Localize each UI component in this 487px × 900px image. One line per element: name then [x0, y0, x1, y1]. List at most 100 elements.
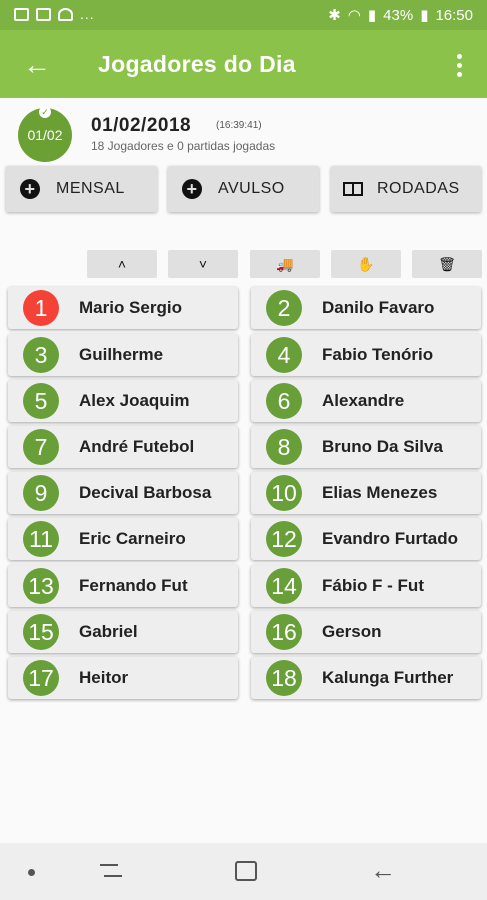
player-name: Fábio F - Fut: [322, 576, 424, 595]
player-name: Decival Barbosa: [79, 483, 212, 502]
delete-button[interactable]: 🗑: [412, 250, 482, 278]
bluetooth-icon: ✱: [328, 7, 341, 24]
mensal-label: MENSAL: [56, 180, 125, 197]
battery-icon: ▮: [420, 7, 429, 24]
player-card[interactable]: 1 Mario Sergio: [8, 287, 238, 329]
player-name: Alex Joaquim: [79, 391, 190, 410]
player-number: 6: [266, 383, 302, 419]
player-number: 13: [23, 568, 59, 604]
player-number: 7: [23, 429, 59, 465]
player-card[interactable]: 15 Gabriel: [8, 611, 238, 653]
player-name: Mario Sergio: [79, 298, 182, 317]
player-card[interactable]: 14 Fábio F - Fut: [251, 565, 481, 607]
player-number: 17: [23, 660, 59, 696]
player-name: Bruno Da Silva: [322, 437, 443, 456]
player-card[interactable]: 8 Bruno Da Silva: [251, 426, 481, 468]
player-number: 1: [23, 290, 59, 326]
player-number: 5: [23, 383, 59, 419]
game-time: (16:39:41): [216, 120, 262, 131]
player-name: Gerson: [322, 622, 382, 641]
nav-dot-icon[interactable]: [28, 869, 35, 876]
game-summary: 18 Jogadores e 0 partidas jogadas: [91, 139, 276, 153]
scoreboard-icon: [343, 182, 363, 196]
player-number: 12: [266, 521, 302, 557]
app-bar: ← Jogadores do Dia: [0, 30, 487, 98]
player-card[interactable]: 10 Elias Menezes: [251, 472, 481, 514]
player-name: Heitor: [79, 668, 129, 687]
player-name: Kalunga Further: [322, 668, 454, 687]
avulso-button[interactable]: + AVULSO: [168, 166, 319, 212]
battery-level: 43%: [383, 6, 414, 24]
player-number: 16: [266, 614, 302, 650]
gallery-notification-icon: [14, 7, 29, 21]
overflow-menu-icon[interactable]: [447, 50, 471, 80]
avulso-label: AVULSO: [218, 180, 285, 197]
player-name: Fernando Fut: [79, 576, 188, 595]
player-number: 2: [266, 290, 302, 326]
player-card[interactable]: 18 Kalunga Further: [251, 657, 481, 699]
chevron-down-icon: ˅: [198, 256, 208, 272]
player-card[interactable]: 7 André Futebol: [8, 426, 238, 468]
chevron-up-icon: ˄: [117, 256, 127, 272]
wifi-icon: ◠: [347, 7, 361, 24]
player-card[interactable]: 6 Alexandre: [251, 380, 481, 422]
page-title: Jogadores do Dia: [98, 51, 296, 77]
check-icon: ✓: [39, 106, 51, 118]
date-badge-label: 01/02: [27, 127, 63, 143]
player-number: 3: [23, 337, 59, 373]
system-nav-bar: ←: [0, 843, 487, 900]
message-notification-icon: [36, 7, 51, 21]
player-card[interactable]: 3 Guilherme: [8, 334, 238, 376]
plus-circle-icon: +: [20, 179, 40, 199]
recents-icon[interactable]: [100, 862, 122, 880]
game-date: 01/02/2018: [91, 115, 192, 136]
player-name: Elias Menezes: [322, 483, 438, 502]
transfer-button[interactable]: 🚚: [250, 250, 320, 278]
player-card[interactable]: 9 Decival Barbosa: [8, 472, 238, 514]
day-header: ✓ 01/02 01/02/2018 (16:39:41) 18 Jogador…: [0, 98, 487, 162]
status-bar: ... ✱ ◠ ▮ 43% ▮ 16:50: [0, 0, 487, 30]
player-name: Fabio Tenório: [322, 345, 434, 364]
player-card[interactable]: 11 Eric Carneiro: [8, 518, 238, 560]
date-badge: ✓ 01/02: [18, 106, 72, 162]
clock: 16:50: [435, 6, 473, 24]
player-name: Eric Carneiro: [79, 529, 186, 548]
player-card[interactable]: 13 Fernando Fut: [8, 565, 238, 607]
rodadas-label: RODADAS: [377, 180, 460, 197]
player-name: Guilherme: [79, 345, 164, 364]
signal-icon: ▮: [367, 7, 377, 24]
player-number: 9: [23, 475, 59, 511]
player-card[interactable]: 4 Fabio Tenório: [251, 334, 481, 376]
player-number: 15: [23, 614, 59, 650]
back-arrow-icon[interactable]: ←: [22, 50, 52, 80]
player-card[interactable]: 12 Evandro Furtado: [251, 518, 481, 560]
rodadas-button[interactable]: RODADAS: [331, 166, 481, 212]
hand-icon: ✋: [357, 255, 375, 272]
player-name: Danilo Favaro: [322, 298, 435, 317]
plus-circle-icon: +: [182, 179, 202, 199]
move-down-button[interactable]: ˅: [168, 250, 238, 278]
player-card[interactable]: 17 Heitor: [8, 657, 238, 699]
truck-icon: 🚚: [276, 255, 294, 272]
player-number: 11: [23, 521, 59, 557]
app-notification-icon: [58, 7, 73, 21]
move-up-button[interactable]: ˄: [87, 250, 157, 278]
player-number: 4: [266, 337, 302, 373]
player-number: 18: [266, 660, 302, 696]
player-name: Evandro Furtado: [322, 529, 459, 548]
player-card[interactable]: 5 Alex Joaquim: [8, 380, 238, 422]
player-name: André Futebol: [79, 437, 195, 456]
player-card[interactable]: 16 Gerson: [251, 611, 481, 653]
player-number: 14: [266, 568, 302, 604]
more-notifications: ...: [80, 6, 95, 22]
stop-button[interactable]: ✋: [331, 250, 401, 278]
trash-icon: 🗑: [438, 255, 456, 272]
player-number: 8: [266, 429, 302, 465]
mensal-button[interactable]: + MENSAL: [6, 166, 157, 212]
nav-back-icon[interactable]: ←: [368, 855, 398, 885]
player-name: Gabriel: [79, 622, 138, 641]
player-card[interactable]: 2 Danilo Favaro: [251, 287, 481, 329]
home-icon[interactable]: [235, 861, 257, 881]
player-number: 10: [266, 475, 302, 511]
player-name: Alexandre: [322, 391, 405, 410]
